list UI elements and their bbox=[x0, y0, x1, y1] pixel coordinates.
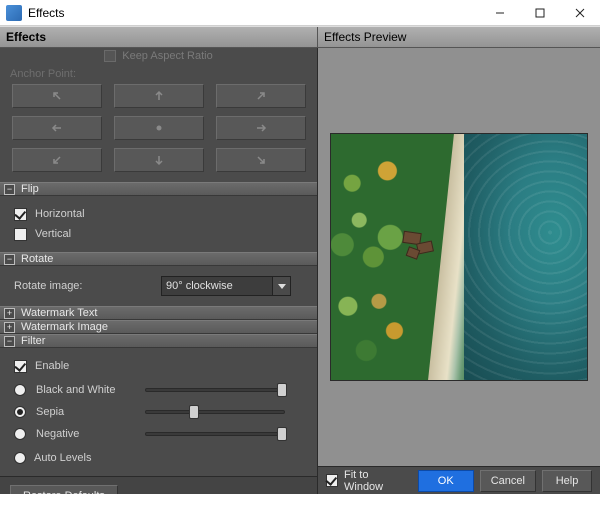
filter-sepia-slider[interactable] bbox=[145, 404, 285, 420]
filter-bw-label: Black and White bbox=[36, 384, 115, 396]
anchor-ne-button[interactable] bbox=[216, 84, 306, 108]
flip-section-body: Horizontal Vertical bbox=[0, 196, 317, 252]
rotate-image-select[interactable]: 90° clockwise bbox=[161, 276, 291, 296]
flip-horizontal-label: Horizontal bbox=[35, 208, 85, 220]
arrow-right-icon bbox=[255, 122, 267, 134]
filter-negative-label: Negative bbox=[36, 428, 79, 440]
anchor-point-label: Anchor Point: bbox=[10, 68, 317, 80]
cancel-button[interactable]: Cancel bbox=[480, 470, 536, 492]
filter-auto-label: Auto Levels bbox=[34, 452, 91, 464]
collapse-icon: − bbox=[4, 254, 15, 265]
minimize-button[interactable] bbox=[480, 0, 520, 25]
arrow-up-icon bbox=[153, 90, 165, 102]
preview-panel-title: Effects Preview bbox=[318, 27, 600, 47]
anchor-s-button[interactable] bbox=[114, 148, 204, 172]
flip-vertical-label: Vertical bbox=[35, 228, 71, 240]
dot-icon bbox=[153, 122, 165, 134]
arrow-left-icon bbox=[51, 122, 63, 134]
filter-enable-label: Enable bbox=[35, 360, 69, 372]
filter-section-header[interactable]: − Filter bbox=[0, 334, 317, 348]
filter-negative-radio[interactable] bbox=[14, 428, 26, 440]
filter-enable-checkbox[interactable] bbox=[14, 360, 27, 373]
help-button[interactable]: Help bbox=[542, 470, 592, 492]
fit-to-window-checkbox[interactable] bbox=[326, 474, 338, 487]
flip-horizontal-checkbox[interactable] bbox=[14, 208, 27, 221]
filter-bw-slider[interactable] bbox=[145, 382, 285, 398]
restore-defaults-button[interactable]: Restore Defaults bbox=[10, 485, 118, 494]
rotate-image-label: Rotate image: bbox=[14, 280, 82, 292]
filter-negative-slider[interactable] bbox=[145, 426, 285, 442]
effects-panel: Keep Aspect Ratio Anchor Point: − Flip H… bbox=[0, 48, 318, 494]
watermark-text-title: Watermark Text bbox=[21, 307, 97, 319]
collapse-icon: − bbox=[4, 336, 15, 347]
close-button[interactable] bbox=[560, 0, 600, 25]
watermark-image-title: Watermark Image bbox=[21, 321, 108, 333]
anchor-point-grid bbox=[0, 84, 317, 182]
anchor-center-button[interactable] bbox=[114, 116, 204, 140]
expand-icon: + bbox=[4, 308, 15, 319]
effects-panel-title: Effects bbox=[0, 27, 318, 47]
flip-vertical-checkbox[interactable] bbox=[14, 228, 27, 241]
panel-header-row: Effects Effects Preview bbox=[0, 26, 600, 48]
filter-section-title: Filter bbox=[21, 335, 45, 347]
arrow-down-right-icon bbox=[255, 154, 267, 166]
watermark-text-section-header[interactable]: + Watermark Text bbox=[0, 306, 317, 320]
preview-panel: Fit to Window OK Cancel Help bbox=[318, 48, 600, 494]
anchor-se-button[interactable] bbox=[216, 148, 306, 172]
keep-aspect-ratio-label: Keep Aspect Ratio bbox=[122, 50, 213, 62]
watermark-image-section-header[interactable]: + Watermark Image bbox=[0, 320, 317, 334]
flip-section-header[interactable]: − Flip bbox=[0, 182, 317, 196]
preview-image bbox=[330, 133, 588, 381]
fit-to-window-label: Fit to Window bbox=[344, 469, 402, 493]
collapse-icon: − bbox=[4, 184, 15, 195]
anchor-n-button[interactable] bbox=[114, 84, 204, 108]
chevron-down-icon bbox=[272, 277, 290, 295]
keep-aspect-ratio-checkbox[interactable] bbox=[104, 50, 116, 62]
window-titlebar: Effects bbox=[0, 0, 600, 26]
filter-section-body: Enable Black and White Sepia Negative Au… bbox=[0, 348, 317, 476]
flip-section-title: Flip bbox=[21, 183, 39, 195]
rotate-section-header[interactable]: − Rotate bbox=[0, 252, 317, 266]
anchor-w-button[interactable] bbox=[12, 116, 102, 140]
filter-sepia-label: Sepia bbox=[36, 406, 64, 418]
filter-auto-radio[interactable] bbox=[14, 452, 26, 464]
expand-icon: + bbox=[4, 322, 15, 333]
filter-bw-radio[interactable] bbox=[14, 384, 26, 396]
arrow-up-left-icon bbox=[51, 90, 63, 102]
ok-button[interactable]: OK bbox=[418, 470, 474, 492]
anchor-sw-button[interactable] bbox=[12, 148, 102, 172]
arrow-down-icon bbox=[153, 154, 165, 166]
maximize-button[interactable] bbox=[520, 0, 560, 25]
arrow-down-left-icon bbox=[51, 154, 63, 166]
rotate-section-body: Rotate image: 90° clockwise bbox=[0, 266, 317, 306]
rotate-section-title: Rotate bbox=[21, 253, 53, 265]
dialog-footer: Fit to Window OK Cancel Help bbox=[318, 466, 600, 494]
preview-viewport bbox=[318, 48, 600, 466]
anchor-e-button[interactable] bbox=[216, 116, 306, 140]
keep-aspect-ratio-row: Keep Aspect Ratio bbox=[0, 50, 317, 62]
rotate-image-value: 90° clockwise bbox=[166, 280, 233, 292]
left-footer: Restore Defaults bbox=[0, 476, 317, 494]
window-title: Effects bbox=[28, 6, 480, 20]
arrow-up-right-icon bbox=[255, 90, 267, 102]
app-icon bbox=[6, 5, 22, 21]
anchor-nw-button[interactable] bbox=[12, 84, 102, 108]
filter-sepia-radio[interactable] bbox=[14, 406, 26, 418]
